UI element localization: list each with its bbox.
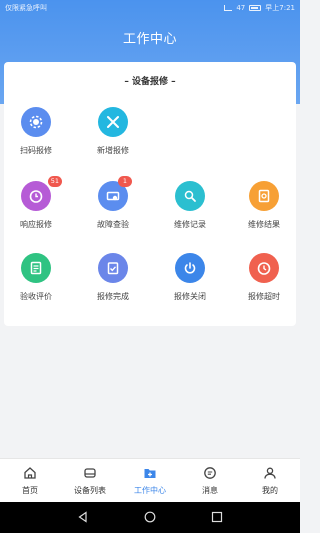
item-label: 维修结果	[248, 220, 280, 229]
signal-icon	[224, 5, 233, 11]
notification-badge: 1	[118, 176, 132, 187]
timer-icon: 51	[21, 176, 62, 211]
message-icon	[203, 466, 217, 480]
item-label: 报修完成	[97, 292, 129, 301]
result-icon	[249, 181, 279, 211]
home-icon	[23, 466, 37, 480]
repair-complete-button[interactable]: 报修完成	[84, 253, 142, 302]
overtime-icon	[249, 253, 279, 283]
section-title: – 设备报修 –	[124, 77, 176, 87]
nav-label: 我的	[262, 486, 278, 495]
qr-scan-icon	[21, 107, 51, 137]
repair-result-button[interactable]: 维修结果	[235, 181, 293, 230]
item-label: 报修超时	[248, 292, 280, 301]
item-label: 扫码报修	[20, 146, 52, 155]
item-label: 故障查验	[97, 220, 129, 229]
item-label: 新增报修	[97, 146, 129, 155]
status-bar: 仅限紧急呼叫 47 早上7:21	[0, 0, 300, 16]
nav-device-list[interactable]: 设备列表	[60, 459, 120, 502]
repair-overtime-button[interactable]: 报修超时	[235, 253, 293, 302]
device-list-icon	[83, 466, 97, 480]
item-label: 维修记录	[174, 220, 206, 229]
complete-icon	[98, 253, 128, 283]
carrier-text: 仅限紧急呼叫	[5, 4, 47, 12]
page-title: 工作中心	[122, 32, 177, 47]
add-repair-button[interactable]: 新增报修	[84, 107, 142, 156]
item-label: 验收评价	[20, 292, 52, 301]
respond-repair-button[interactable]: 51 响应报修	[7, 176, 65, 230]
battery-icon	[249, 5, 262, 11]
nav-label: 工作中心	[134, 486, 166, 495]
system-navigation-bar	[0, 502, 300, 533]
inspect-icon: 1	[98, 176, 132, 211]
item-label: 报修关闭	[174, 292, 206, 301]
nav-work-center[interactable]: 工作中心	[120, 459, 180, 502]
fault-inspect-button[interactable]: 1 故障查验	[84, 176, 142, 230]
nav-home[interactable]: 首页	[0, 459, 60, 502]
notification-badge: 51	[47, 176, 62, 187]
nav-label: 首页	[22, 486, 38, 495]
acceptance-evaluate-button[interactable]: 验收评价	[7, 253, 65, 302]
nav-label: 设备列表	[74, 486, 106, 495]
work-center-icon	[143, 466, 157, 480]
clock: 早上7:21	[265, 4, 295, 12]
back-icon[interactable]	[77, 508, 89, 527]
evaluate-icon	[21, 253, 51, 283]
power-icon	[175, 253, 205, 283]
record-icon	[175, 181, 205, 211]
item-label: 响应报修	[20, 220, 52, 229]
profile-icon	[263, 466, 277, 480]
repair-card: – 设备报修 – 扫码报修 新增报修 51 响应报修 1 故障查验 维修记录 维…	[4, 62, 296, 326]
repair-record-button[interactable]: 维修记录	[161, 181, 219, 230]
nav-label: 消息	[202, 486, 218, 495]
nav-profile[interactable]: 我的	[240, 459, 300, 502]
tools-icon	[98, 107, 128, 137]
bottom-nav: 首页 设备列表 工作中心 消息 我的	[0, 458, 300, 502]
nav-message[interactable]: 消息	[180, 459, 240, 502]
home-circle-icon[interactable]	[144, 508, 156, 527]
battery-level: 47	[236, 4, 246, 12]
recents-icon[interactable]	[211, 508, 223, 527]
repair-close-button[interactable]: 报修关闭	[161, 253, 219, 302]
scan-repair-button[interactable]: 扫码报修	[7, 107, 65, 156]
